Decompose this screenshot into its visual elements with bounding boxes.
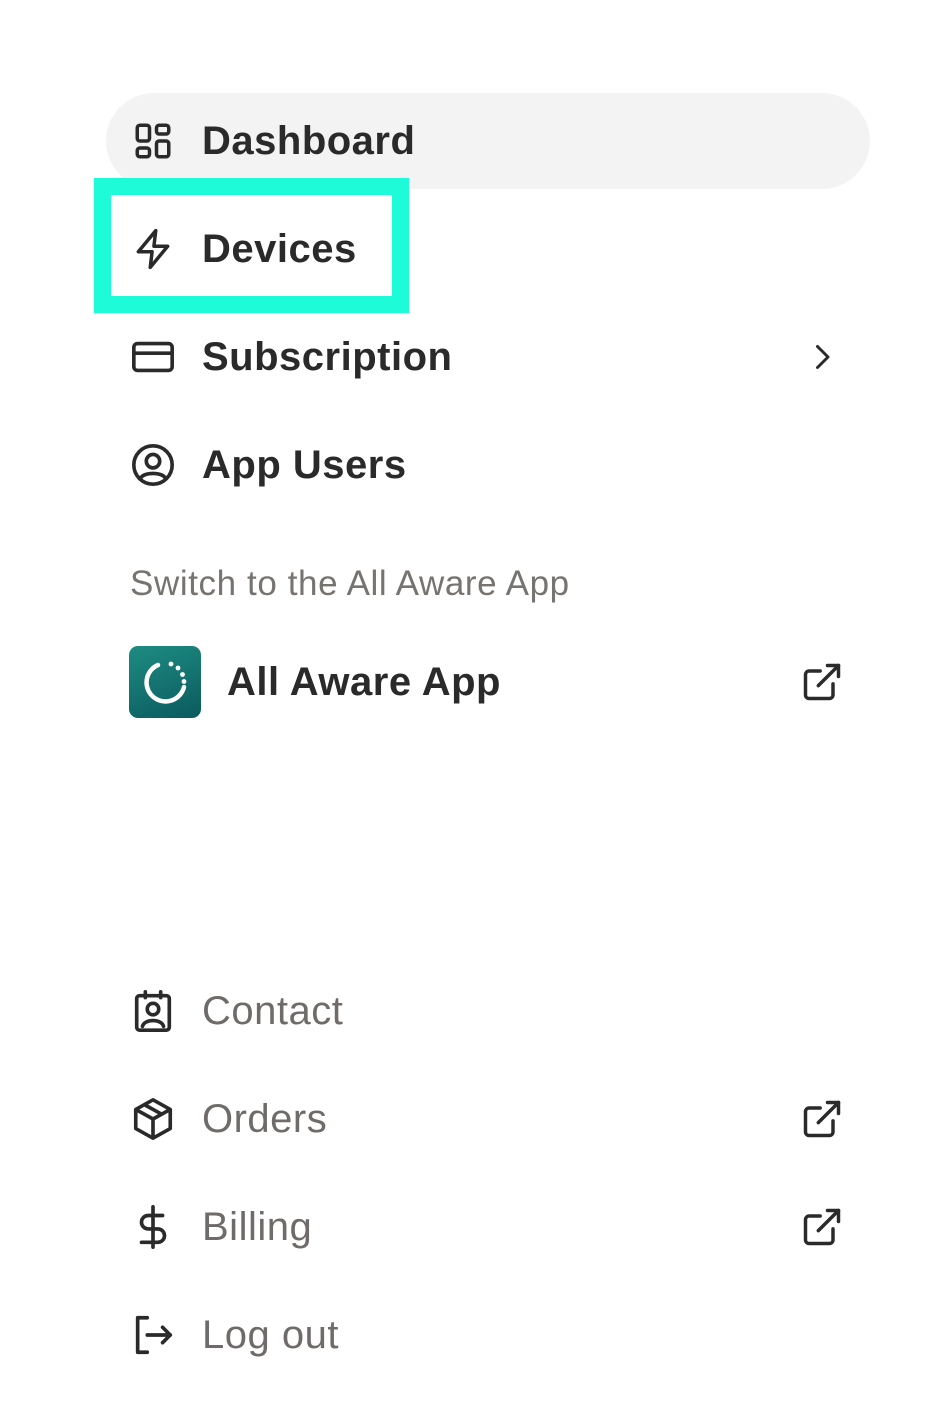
app-link-label: All Aware App xyxy=(227,659,501,704)
nav-item-label: Devices xyxy=(202,227,357,271)
chevron-right-icon xyxy=(800,335,844,379)
nav-item-label: Log out xyxy=(202,1313,339,1357)
user-circle-icon xyxy=(130,442,176,488)
external-link-icon xyxy=(800,1097,844,1141)
nav-item-devices[interactable]: Devices xyxy=(106,201,870,297)
external-link-icon xyxy=(800,1205,844,1249)
nav-item-logout[interactable]: Log out xyxy=(106,1287,870,1383)
contact-card-icon xyxy=(130,988,176,1034)
all-aware-app-link[interactable]: All Aware App xyxy=(106,638,870,726)
lightning-icon xyxy=(130,226,176,272)
nav-item-contact[interactable]: Contact xyxy=(106,963,870,1059)
nav-item-subscription[interactable]: Subscription xyxy=(106,309,870,405)
nav-item-label: Contact xyxy=(202,989,344,1033)
nav-item-label: Billing xyxy=(202,1205,313,1249)
package-icon xyxy=(130,1096,176,1142)
nav-item-orders[interactable]: Orders xyxy=(106,1071,870,1167)
nav-item-label: App Users xyxy=(202,443,407,487)
logout-icon xyxy=(130,1312,176,1358)
grid-icon xyxy=(130,118,176,164)
all-aware-logo xyxy=(129,646,201,718)
dollar-icon xyxy=(130,1204,176,1250)
nav-item-label: Dashboard xyxy=(202,119,416,163)
nav-item-app-users[interactable]: App Users xyxy=(106,417,870,513)
nav-item-label: Orders xyxy=(202,1097,328,1141)
credit-card-icon xyxy=(130,334,176,380)
external-link-icon xyxy=(800,660,844,704)
nav-item-label: Subscription xyxy=(202,335,453,379)
nav-item-billing[interactable]: Billing xyxy=(106,1179,870,1275)
switch-app-caption: Switch to the All Aware App xyxy=(130,564,570,603)
nav-item-dashboard[interactable]: Dashboard xyxy=(106,93,870,189)
